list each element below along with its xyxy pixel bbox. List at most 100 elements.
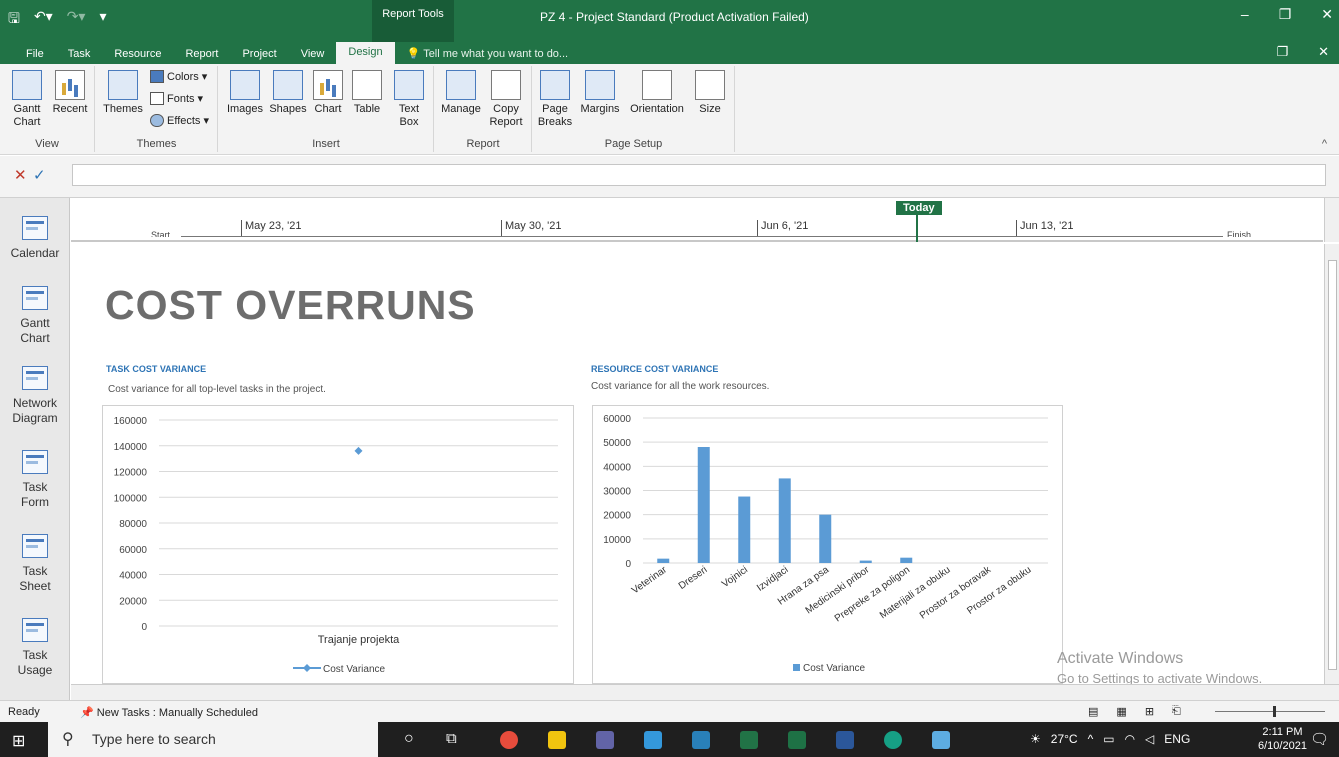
timeline-date: Jun 6, '21 [757,220,808,236]
cancel-entry-icon[interactable]: ✕ [14,166,27,184]
taskbar-search[interactable]: ⚲ Type here to search [48,722,378,757]
size-icon [695,70,725,100]
new-tasks-mode[interactable]: 📌 New Tasks : Manually Scheduled [80,706,258,719]
page-breaks-button[interactable]: Page Breaks [537,70,573,129]
battery-icon[interactable]: ▭ [1103,732,1114,746]
cortana-icon[interactable]: ○ [404,730,414,748]
recent-button[interactable]: Recent [50,70,90,116]
report-group: Manage Copy Report Report [435,66,532,152]
task-cost-variance-chart[interactable]: 0 20000 40000 60000 80000 100000 120000 140000 1… [102,405,574,684]
lightbulb-icon: 💡 [406,48,424,60]
clock[interactable]: 2:11 PM 6/10/2021 [1258,725,1307,753]
chrome-icon[interactable] [500,731,518,749]
weather-icon[interactable]: ☀ [1030,732,1041,746]
zoom-knob[interactable] [1273,706,1276,717]
size-button[interactable]: Size [693,70,727,116]
gantt-chart-button[interactable]: Gantt Chart [8,70,46,129]
margins-icon [585,70,615,100]
report-vertical-scrollbar[interactable] [1324,244,1339,684]
tab-task[interactable]: Task [56,48,103,64]
resource-cost-variance-chart[interactable]: 0 10000 20000 30000 40000 50000 60000 Veterinar… [592,405,1063,684]
fonts-button[interactable]: Fonts ▾ [150,92,203,105]
task-chart-heading[interactable]: TASK COST VARIANCE [106,364,206,374]
collapse-ribbon-icon[interactable]: ^ [1322,138,1327,150]
report-view-icon[interactable]: ⎗ [1172,705,1181,718]
orientation-button[interactable]: Orientation [625,70,689,116]
resource-chart-heading[interactable]: RESOURCE COST VARIANCE [591,364,718,374]
colors-icon [150,70,164,83]
margins-button[interactable]: Margins [577,70,623,116]
weather-text[interactable]: 27°C [1051,732,1078,746]
confirm-entry-icon[interactable]: ✓ [33,166,46,184]
minimize-icon[interactable]: – [1241,6,1249,23]
wifi-icon[interactable]: ◠ [1125,732,1135,746]
restore-ribbon-icon[interactable]: ❐ [1276,44,1288,60]
report-canvas[interactable]: COST OVERRUNS TASK COST VARIANCE Cost va… [71,244,1323,684]
table-button[interactable]: Table [349,70,385,116]
view-group: Gantt Chart Recent View [0,66,95,152]
effects-button[interactable]: Effects ▾ [150,114,209,127]
horizontal-scrollbar[interactable] [71,684,1339,700]
view-calendar[interactable]: Calendar [0,216,70,261]
view-task-sheet[interactable]: Task Sheet [10,534,60,594]
project-icon[interactable] [740,731,758,749]
tell-me-box[interactable]: 💡 Tell me what you want to do... [407,47,568,64]
app-icon[interactable] [644,731,662,749]
undo-icon[interactable]: ↶▾ [34,8,53,32]
task-chart-subtitle[interactable]: Cost variance for all top-level tasks in… [108,384,326,395]
tab-resource[interactable]: Resource [102,48,173,64]
copy-report-button[interactable]: Copy Report [485,70,527,129]
word-icon[interactable] [836,731,854,749]
scroll-thumb[interactable] [1328,260,1337,670]
language-indicator[interactable]: ENG [1164,732,1190,746]
team-planner-icon[interactable]: ⊞ [1145,705,1154,718]
tab-report[interactable]: Report [173,48,230,64]
entry-bar: ✕ ✓ [0,156,1339,198]
chevron-up-icon[interactable]: ^ [1088,732,1094,746]
customize-qat-icon[interactable]: ▾ [99,8,106,32]
view-task-usage[interactable]: Task Usage [10,618,60,678]
zoom-slider[interactable] [1215,706,1325,717]
text-box-button[interactable]: Text Box [391,70,427,129]
save-icon[interactable]: 🖫 [8,8,20,32]
tab-file[interactable]: File [14,48,56,64]
themes-button[interactable]: Themes [100,70,146,116]
task-usage-view-icon[interactable]: ▦ [1116,705,1126,718]
photos-icon[interactable] [932,731,950,749]
tab-project[interactable]: Project [230,48,288,64]
view-task-form[interactable]: Task Form [10,450,60,510]
windows-start-icon[interactable]: ⊞ [12,731,25,751]
excel-icon[interactable] [788,731,806,749]
gantt-view-icon[interactable]: ▤ [1088,705,1098,718]
teams-icon[interactable] [596,731,614,749]
redo-icon[interactable]: ↷▾ [67,8,86,32]
restore-icon[interactable]: ❐ [1279,6,1292,23]
table-icon [352,70,382,100]
bar [657,558,670,563]
timeline-scrollbar[interactable] [1324,198,1339,242]
close-icon[interactable]: ✕ [1321,6,1333,23]
resource-chart-subtitle[interactable]: Cost variance for all the work resources… [591,381,769,392]
view-gantt-chart[interactable]: Gantt Chart [5,286,65,346]
view-network-diagram[interactable]: Network Diagram [0,366,70,426]
edge-icon[interactable] [884,731,902,749]
task-view-icon[interactable]: ⧉ [446,730,457,747]
notification-icon[interactable]: 🗨 [1310,730,1329,748]
close-document-icon[interactable]: ✕ [1318,44,1329,60]
tab-view[interactable]: View [289,48,337,64]
colors-button[interactable]: Colors ▾ [150,70,207,83]
entry-field[interactable] [72,164,1326,186]
file-explorer-icon[interactable] [548,731,566,749]
tab-design[interactable]: Design [336,42,395,64]
chart-button[interactable]: Chart [311,70,345,116]
calendar-icon [22,216,48,240]
images-button[interactable]: Images [225,70,265,116]
y-tick-label: 50000 [603,438,631,449]
shapes-button[interactable]: Shapes [267,70,309,116]
app-icon[interactable] [692,731,710,749]
manage-button[interactable]: Manage [439,70,483,116]
volume-icon[interactable]: ◁ [1145,732,1154,746]
y-tick-label: 40000 [119,571,147,582]
timeline[interactable]: Start May 23, '21 May 30, '21 Jun 6, '21… [71,198,1323,242]
report-title[interactable]: COST OVERRUNS [105,282,476,329]
